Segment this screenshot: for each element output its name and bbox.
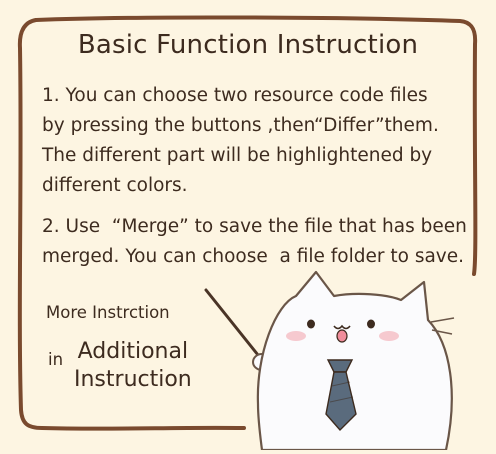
instruction-step-1: 1. You can choose two resource code file… [42,85,439,196]
cat-whisker [430,317,455,323]
cat-tongue [336,329,348,343]
additional-instruction-link[interactable]: Additional Instruction [74,338,192,394]
cat-illustration [196,264,486,454]
cat-left-blush [286,331,306,341]
cat-body [256,270,453,452]
page-title: Basic Function Instruction [77,30,419,60]
instruction-step-2: 2. Use “Merge” to save the file that has… [42,216,467,267]
additional-link-line1: Additional [77,339,189,364]
pointer-stick [204,288,264,362]
cat-right-blush [379,331,399,341]
cat-right-eye [367,319,375,329]
more-instruction-label: More Instrction [46,303,170,322]
cat-left-eye [307,319,315,329]
additional-link-line2: Instruction [74,367,192,392]
in-label: in [48,350,64,369]
